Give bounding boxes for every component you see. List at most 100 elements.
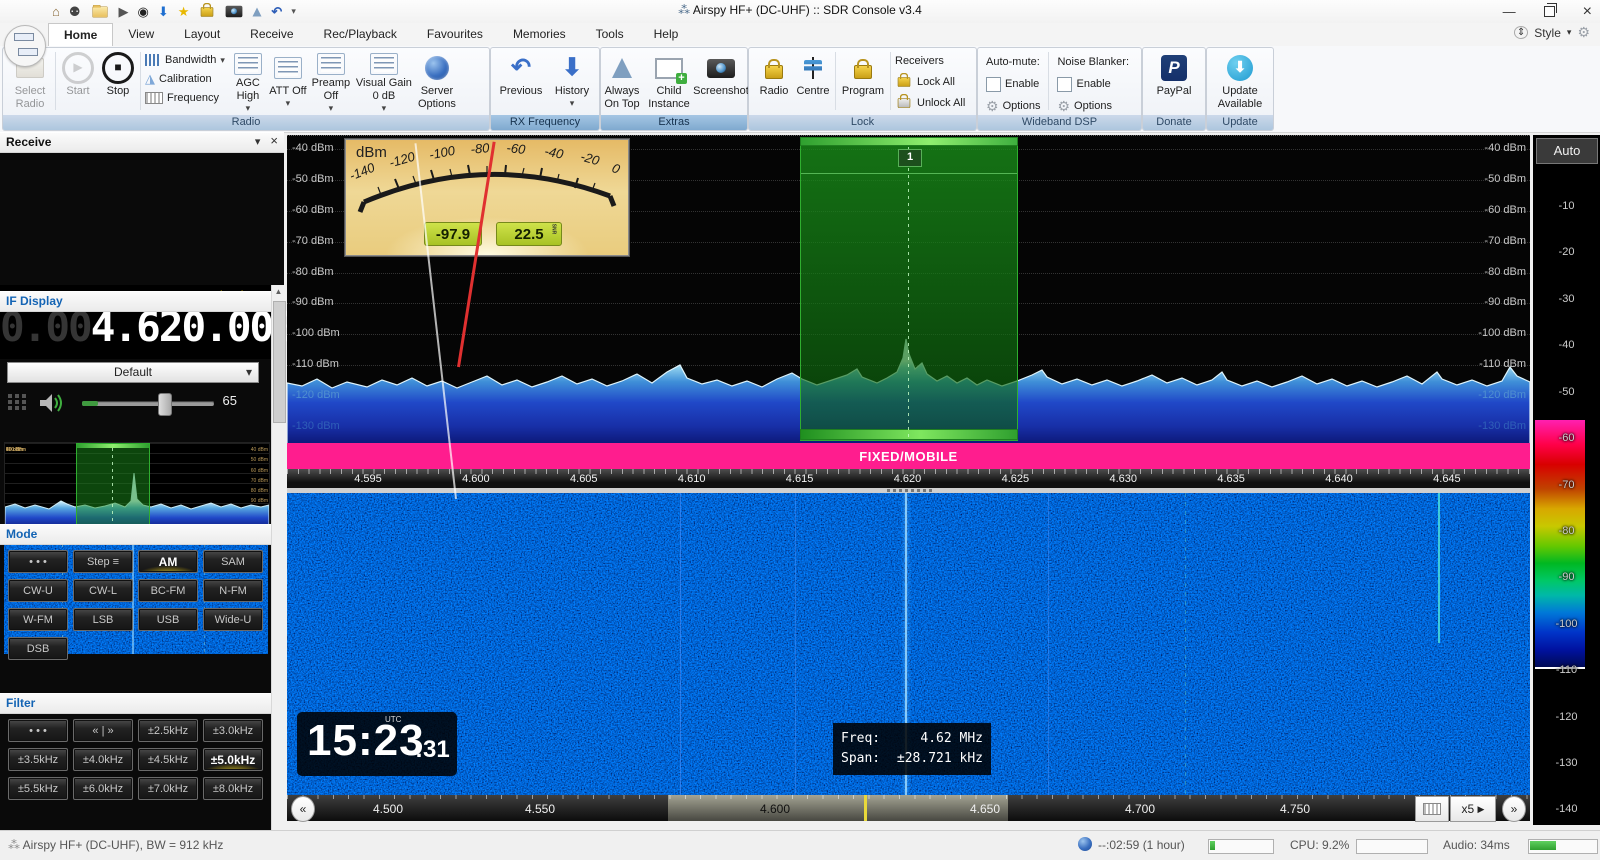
waterfall-display[interactable]: 15:23:31 UTC Freq:4.62 MHz Span:±28.721 … <box>287 493 1530 795</box>
start-button[interactable]: ▶ Start <box>58 48 98 113</box>
profile-dropdown[interactable]: Default ▾ <box>7 362 259 383</box>
history-button[interactable]: ⬇ History <box>550 48 594 113</box>
ribbon-tab[interactable]: Favourites <box>412 23 498 46</box>
bandwidth-button[interactable]: Bandwidth <box>145 51 225 69</box>
ribbon-tab[interactable]: Receive <box>235 23 308 46</box>
mode-button[interactable]: Wide-U <box>203 608 263 631</box>
calibration-button[interactable]: ◮ Calibration <box>145 70 225 88</box>
mode-button[interactable]: CW-U <box>8 579 68 602</box>
lock-centre-button[interactable]: Centre <box>793 48 833 113</box>
frequency-navigator[interactable]: 4.5004.5504.6004.6504.7004.750 « x5 ▶ » <box>287 795 1530 821</box>
receiver-marker[interactable]: 1 <box>898 149 922 167</box>
filter-button[interactable]: ±4.5kHz <box>138 748 198 771</box>
lock-all-button[interactable]: Lock All <box>895 73 965 91</box>
filter-button[interactable]: « | » <box>73 719 133 742</box>
filter-button[interactable]: ±7.0kHz <box>138 777 198 800</box>
mode-button[interactable]: USB <box>138 608 198 631</box>
nav-zoom-button[interactable]: x5 ▶ <box>1450 796 1496 822</box>
ribbon-tab[interactable]: Rec/Playback <box>309 23 412 46</box>
preamp-button[interactable]: Preamp Off <box>307 48 355 113</box>
receive-pane-header[interactable]: Receive ▾× <box>0 132 284 153</box>
auto-mute-enable-checkbox[interactable]: Enable <box>986 75 1040 93</box>
speaker-icon[interactable] <box>38 391 64 415</box>
filter-button[interactable]: ±5.5kHz <box>8 777 68 800</box>
filter-button[interactable]: ±5.0kHz <box>203 748 263 771</box>
volume-slider[interactable] <box>82 401 214 406</box>
filter-button[interactable]: ±6.0kHz <box>73 777 133 800</box>
equalizer-icon[interactable] <box>8 394 28 412</box>
lock-program-button[interactable]: Program <box>838 48 888 113</box>
restore-button[interactable] <box>1544 6 1555 17</box>
palette-db-label: -100 <box>1533 618 1600 630</box>
mode-button[interactable]: N-FM <box>203 579 263 602</box>
ribbon-tab[interactable]: Tools <box>581 23 639 46</box>
palette-auto-button[interactable]: Auto <box>1536 138 1598 164</box>
stop-button[interactable]: ■ Stop <box>98 48 138 113</box>
filter-button[interactable]: • • • <box>8 719 68 742</box>
mode-button[interactable]: CW-L <box>73 579 133 602</box>
if-passband-box[interactable] <box>76 443 150 531</box>
screenshot-button[interactable]: Screenshot <box>695 48 747 113</box>
child-instance-button[interactable]: Child Instance <box>647 48 691 113</box>
att-button[interactable]: ATT Off <box>269 48 307 113</box>
filter-button[interactable]: ±3.0kHz <box>203 719 263 742</box>
palette-db-label: -90 <box>1533 571 1600 583</box>
paypal-icon: P <box>1161 55 1187 81</box>
mode-button[interactable]: AM <box>138 550 198 573</box>
filter-button[interactable]: ±8.0kHz <box>203 777 263 800</box>
collapse-icon[interactable]: ▾ <box>255 135 261 148</box>
always-on-top-button[interactable]: Always On Top <box>601 48 643 113</box>
server-options-button[interactable]: Server Options <box>413 48 461 113</box>
collapse-ribbon-icon[interactable]: ⇕ <box>1514 26 1528 39</box>
ribbon-tab[interactable]: Home <box>48 23 113 46</box>
panel-scrollbar[interactable]: ▲ ▼ <box>271 285 285 860</box>
update-available-button[interactable]: ⬇ Update Available <box>1210 48 1270 113</box>
spectrum-display[interactable]: -40 dBm-50 dBm-60 dBm-70 dBm-80 dBm-90 d… <box>287 135 1530 444</box>
close-button[interactable]: × <box>1583 0 1592 23</box>
scroll-up-icon[interactable]: ▲ <box>272 285 285 299</box>
mode-button[interactable]: SAM <box>203 550 263 573</box>
previous-frequency-button[interactable]: ↶ Previous <box>496 48 546 113</box>
mode-button[interactable]: W-FM <box>8 608 68 631</box>
mode-button[interactable]: BC-FM <box>138 579 198 602</box>
scrollbar-thumb[interactable] <box>273 301 286 423</box>
nav-keyboard-button[interactable] <box>1415 796 1449 822</box>
ribbon-tab[interactable]: View <box>113 23 169 46</box>
noise-blanker-enable-checkbox[interactable]: Enable <box>1057 75 1129 93</box>
visual-gain-button[interactable]: Visual Gain 0 dB <box>355 48 413 113</box>
nav-scroll-left-button[interactable]: « <box>291 796 315 822</box>
style-picker-label[interactable]: Style <box>1534 26 1561 40</box>
keyboard-icon <box>145 92 163 104</box>
noise-blanker-options-button[interactable]: ⚙ Options <box>1057 97 1129 115</box>
application-menu-button[interactable] <box>4 25 46 67</box>
band-label: FIXED/MOBILE <box>859 449 957 464</box>
mode-button[interactable]: LSB <box>73 608 133 631</box>
volume-slider-thumb[interactable] <box>158 393 172 416</box>
style-gear-icon[interactable]: ⚙ <box>1577 24 1590 41</box>
paypal-button[interactable]: P PayPal <box>1146 48 1202 113</box>
lock-radio-button[interactable]: Radio <box>755 48 793 113</box>
nav-scroll-right-button[interactable]: » <box>1502 796 1526 822</box>
ribbon-tab[interactable]: Memories <box>498 23 581 46</box>
filter-header[interactable]: Filter ▴ <box>0 693 284 714</box>
minimize-button[interactable]: — <box>1503 0 1516 23</box>
frequency-button[interactable]: Frequency <box>145 89 225 107</box>
mode-header[interactable]: Mode ▴ <box>0 524 284 545</box>
mode-button[interactable]: DSB <box>8 637 68 660</box>
unlock-all-button[interactable]: Unlock All <box>895 94 965 112</box>
if-spectrum[interactable]: 40 dBm50 dBm60 dBm70 dBm80 dBm90 dBm100 … <box>4 442 270 530</box>
if-display-header[interactable]: IF Display ▴ <box>0 291 284 312</box>
agc-button[interactable]: AGC High <box>227 48 269 113</box>
auto-mute-options-button[interactable]: ⚙ Options <box>986 97 1040 115</box>
close-pane-icon[interactable]: × <box>270 133 278 148</box>
ribbon-tab[interactable]: Layout <box>169 23 235 46</box>
ribbon-tab[interactable]: Help <box>639 23 694 46</box>
spectrum-frequency-scale[interactable]: 4.5954.6004.6054.6104.6154.6204.6254.630… <box>287 469 1530 488</box>
filter-button[interactable]: ±2.5kHz <box>138 719 198 742</box>
rx-passband-box[interactable]: 1 <box>800 139 1018 441</box>
filter-button[interactable]: ±3.5kHz <box>8 748 68 771</box>
mode-button[interactable]: • • • <box>8 550 68 573</box>
mode-button[interactable]: Step ≡ <box>73 550 133 573</box>
filter-button[interactable]: ±4.0kHz <box>73 748 133 771</box>
style-dropdown-icon[interactable]: ▾ <box>1567 27 1572 38</box>
